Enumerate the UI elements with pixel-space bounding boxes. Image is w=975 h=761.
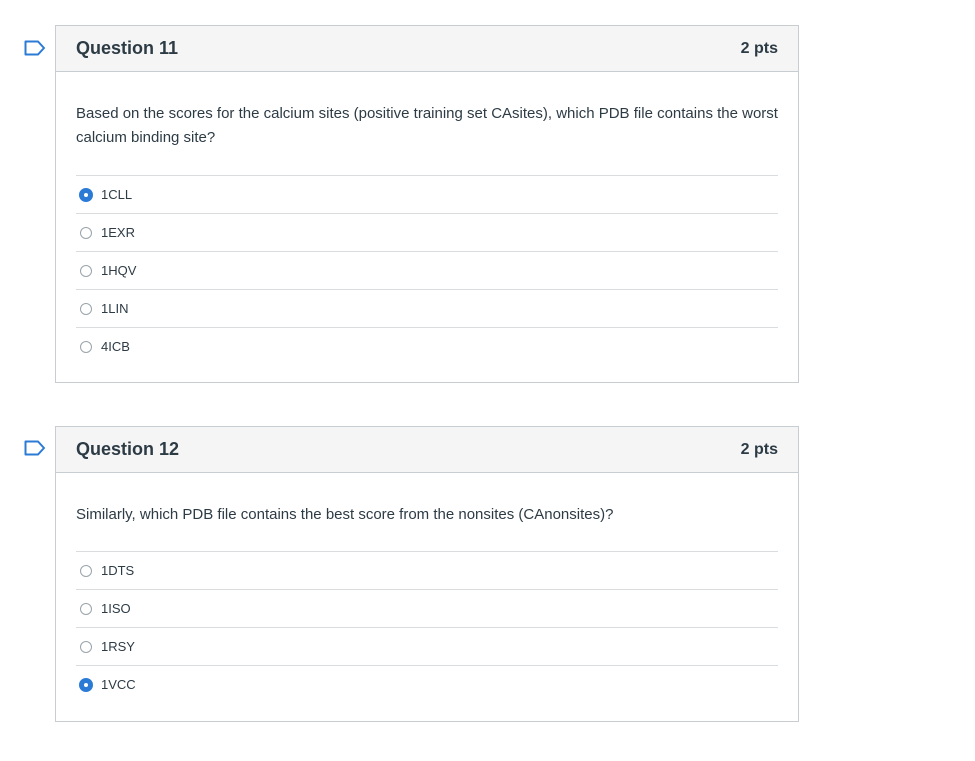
answer-label: 1EXR: [101, 225, 135, 240]
answer-label: 1VCC: [101, 677, 136, 692]
answer-label: 1HQV: [101, 263, 137, 278]
radio-button[interactable]: [80, 640, 92, 653]
question-header: Question 11 2 pts: [56, 26, 798, 72]
answer-option[interactable]: 1LIN: [76, 289, 778, 327]
answer-list: 1DTS 1ISO 1RSY 1VCC: [76, 551, 778, 703]
answer-option[interactable]: 1EXR: [76, 213, 778, 251]
answer-label: 1ISO: [101, 601, 131, 616]
quiz-page: Question 11 2 pts Based on the scores fo…: [0, 0, 975, 761]
question-header: Question 12 2 pts: [56, 427, 798, 473]
radio-button[interactable]: [80, 602, 92, 615]
question-text: Similarly, which PDB file contains the b…: [76, 506, 614, 523]
answer-list: 1CLL 1EXR 1HQV 1LIN 4ICB: [76, 175, 778, 365]
answer-option[interactable]: 1ISO: [76, 589, 778, 627]
question-title: Question 11: [76, 38, 179, 58]
question-card: Question 12 2 pts Similarly, which PDB f…: [55, 426, 799, 722]
radio-button[interactable]: [80, 264, 92, 277]
radio-button[interactable]: [80, 302, 92, 315]
radio-button[interactable]: [80, 226, 92, 239]
question-card: Question 11 2 pts Based on the scores fo…: [55, 25, 799, 383]
answer-label: 1DTS: [101, 563, 135, 578]
answer-option[interactable]: 1HQV: [76, 251, 778, 289]
radio-button-selected[interactable]: [79, 187, 93, 202]
radio-button-selected[interactable]: [79, 677, 93, 692]
answer-option[interactable]: 1RSY: [76, 627, 778, 665]
question-points: 2 pts: [740, 440, 778, 458]
answer-label: 1RSY: [101, 639, 135, 654]
question-text: Based on the scores for the calcium site…: [76, 105, 778, 146]
answer-label: 1CLL: [101, 187, 133, 202]
answer-option[interactable]: 1CLL: [76, 175, 778, 213]
answer-option[interactable]: 4ICB: [76, 327, 778, 365]
question-title: Question 12: [76, 439, 180, 459]
flag-question-icon[interactable]: [24, 440, 46, 456]
radio-button[interactable]: [80, 564, 92, 577]
answer-option[interactable]: 1DTS: [76, 551, 778, 589]
answer-label: 1LIN: [101, 301, 129, 316]
question-body: Based on the scores for the calcium site…: [56, 72, 798, 365]
question-points: 2 pts: [740, 39, 778, 57]
answer-option[interactable]: 1VCC: [76, 665, 778, 703]
question-body: Similarly, which PDB file contains the b…: [56, 473, 798, 703]
radio-button[interactable]: [80, 340, 92, 353]
flag-question-icon[interactable]: [24, 40, 46, 56]
answer-label: 4ICB: [101, 339, 130, 354]
